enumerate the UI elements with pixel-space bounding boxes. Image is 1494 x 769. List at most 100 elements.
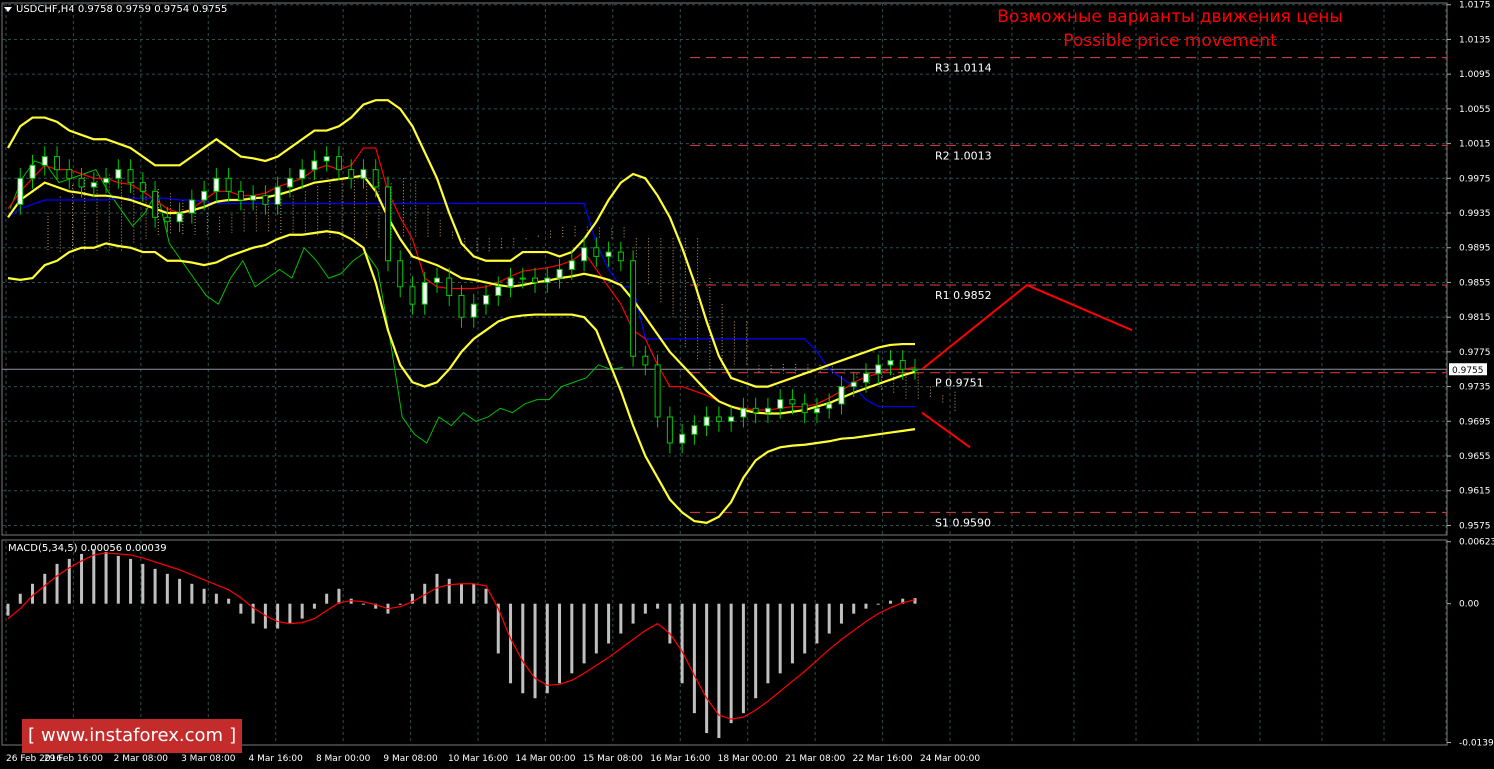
candle-body: [875, 364, 882, 375]
y-tick-label: 1.0135: [1459, 35, 1491, 45]
forecast-down-path: [921, 411, 971, 449]
macd-bar: [619, 603, 623, 634]
candle-body: [213, 177, 220, 192]
chart-canvas[interactable]: 1.0175 1.0135 1.0095 1.0055 1.0015 0.9975 0.99…: [0, 0, 1494, 769]
macd-bar: [717, 603, 721, 739]
candle-body: [654, 364, 661, 418]
macd-bar: [692, 603, 696, 714]
macd-bar: [852, 603, 856, 614]
macd-bar: [484, 588, 488, 604]
candle-body: [899, 360, 906, 370]
candle-body: [446, 277, 453, 296]
macd-panel-frame: [1, 539, 1448, 746]
candle-body: [17, 177, 24, 205]
y-tick-label: 0.9655: [1459, 452, 1491, 462]
macd-bar: [18, 593, 22, 604]
candle-body: [29, 164, 36, 179]
candle-body: [433, 277, 440, 283]
candle-body: [764, 407, 771, 414]
macd-bar: [913, 598, 917, 604]
x-tick-label: 14 Mar 00:00: [515, 754, 575, 764]
macd-bar: [312, 603, 316, 609]
macd-bar: [447, 578, 451, 604]
macd-bar: [827, 603, 831, 634]
bollinger-lower: [7, 230, 916, 524]
candle-body: [887, 360, 894, 366]
candle-body: [617, 251, 624, 262]
candle-body: [127, 169, 134, 184]
x-tick-label: 3 Mar 08:00: [181, 754, 236, 764]
macd-bar: [741, 603, 745, 714]
macd-bar: [300, 603, 304, 619]
macd-bar: [227, 598, 231, 604]
y-tick-label: 1.0055: [1459, 105, 1491, 115]
macd-bar: [141, 563, 145, 604]
candle-body: [139, 182, 146, 192]
macd-bar: [104, 551, 108, 604]
macd-bar: [839, 603, 843, 624]
macd-bar: [754, 603, 758, 699]
x-tick-label: 22 Mar 16:00: [853, 754, 913, 764]
y-tick-label: 1.0015: [1459, 140, 1491, 150]
candle-body: [703, 416, 710, 427]
candle-body: [335, 156, 342, 171]
macd-bar: [55, 563, 59, 604]
candle-body: [752, 407, 759, 414]
candle-body: [66, 169, 73, 179]
candles: [17, 146, 918, 454]
pivot-label-r1: R1 0.9852: [935, 289, 992, 302]
macd-bar: [766, 603, 770, 684]
candle-body: [789, 399, 796, 405]
macd-bar: [594, 603, 598, 654]
candle-body: [642, 355, 649, 366]
y-tick-label: 0.9775: [1459, 348, 1491, 358]
macd-bar: [214, 593, 218, 604]
y-tick-label: 0.9735: [1459, 383, 1491, 393]
candle-body: [519, 277, 526, 280]
watermark-logo[interactable]: [www.instaforex.com]: [22, 719, 242, 753]
macd-bar: [803, 603, 807, 654]
candle-body: [188, 199, 195, 214]
pivot-label-s1: S1 0.9590: [935, 516, 991, 529]
macd-bar: [545, 603, 549, 694]
candle-body: [912, 368, 918, 371]
candle-body: [850, 381, 857, 388]
watermark-text: www.instaforex.com: [41, 725, 224, 746]
macd-bar: [533, 603, 537, 699]
macd-bar: [778, 603, 782, 674]
macd-bar: [631, 603, 635, 624]
macd-bar: [888, 600, 892, 604]
candle-body: [740, 407, 747, 418]
y-tick-label: 0.9935: [1459, 209, 1491, 219]
macd-bar: [582, 603, 586, 664]
candle-body: [421, 281, 428, 305]
macd-bar: [668, 603, 672, 644]
macd-bar: [521, 603, 525, 694]
macd-bar: [129, 558, 133, 604]
candle-body: [311, 160, 318, 171]
macd-bar: [570, 603, 574, 674]
macd-bar: [680, 603, 684, 684]
y-tick-label: 0.9855: [1459, 278, 1491, 288]
candle-body: [826, 403, 833, 409]
macd-bar: [643, 603, 647, 614]
x-tick-label: 21 Mar 08:00: [785, 754, 845, 764]
macd-bar: [460, 583, 463, 604]
macd-bar: [92, 548, 96, 604]
candle-body: [715, 416, 722, 422]
candle-body: [397, 260, 404, 288]
candle-body: [813, 407, 820, 414]
candle-body: [41, 156, 48, 166]
candle-body: [495, 286, 502, 296]
y-tick-label: 0.9975: [1459, 174, 1491, 184]
y-tick-label: 1.0095: [1459, 70, 1491, 80]
macd-bar: [337, 588, 341, 604]
candle-body: [323, 156, 330, 162]
candle-body: [78, 177, 85, 188]
candle-body: [103, 177, 110, 184]
candle-body: [458, 294, 465, 318]
candle-body: [372, 169, 379, 188]
macd-bar: [705, 603, 709, 734]
candle-body: [593, 247, 600, 257]
candle-body: [532, 277, 539, 283]
